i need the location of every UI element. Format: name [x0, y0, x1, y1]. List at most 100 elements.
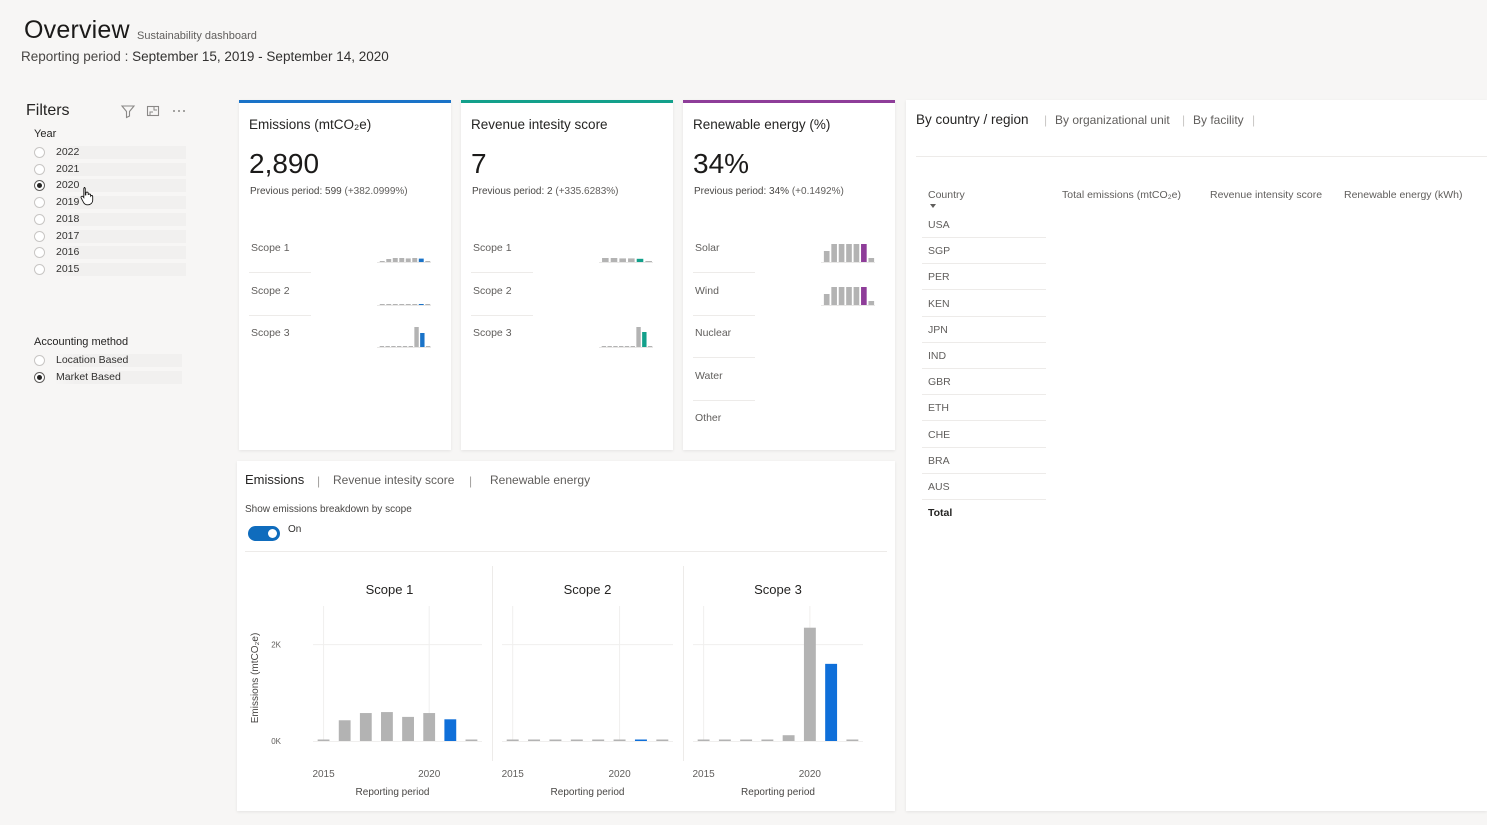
column-header-country[interactable]: Country [928, 189, 965, 201]
column-header-total-emissions[interactable]: Total emissions (mtCO₂e) [1062, 189, 1181, 201]
tab-renewable-energy[interactable]: Renewable energy [490, 473, 590, 487]
renewable-energy-kpi-card[interactable]: Renewable energy (%) 34% Previous period… [683, 100, 895, 450]
kpi-row-label: Scope 2 [251, 284, 290, 297]
tab-separator: | [1182, 113, 1186, 127]
filter-icon[interactable] [120, 103, 138, 121]
tab-emissions[interactable]: Emissions [245, 472, 304, 487]
radio-button[interactable] [34, 213, 45, 225]
sparkline-bar [861, 244, 867, 262]
kpi-previous-period: Previous period: 34% (+0.1492%) [694, 186, 844, 197]
year-option-2016[interactable]: 2016 [34, 245, 186, 260]
year-option-2022[interactable]: 2022 [34, 145, 186, 160]
bar-2020 [613, 739, 626, 741]
sparkline-bar [628, 258, 635, 262]
radio-button[interactable] [34, 247, 45, 259]
radio-button[interactable] [34, 163, 45, 175]
sparkline-bar [630, 346, 635, 348]
radio-button[interactable] [34, 372, 45, 383]
table-row[interactable]: USA [922, 212, 1046, 238]
tab-by-country-region[interactable]: By country / region [916, 112, 1029, 127]
sparkline-bar [601, 346, 607, 348]
x-tick-label: 2020 [418, 769, 441, 780]
total-label: Total [928, 507, 953, 520]
country-cell: ETH [928, 402, 949, 415]
year-option-label: 2018 [54, 212, 186, 226]
revenue-intensity-kpi-card[interactable]: Revenue intesity score 7 Previous period… [461, 100, 673, 450]
scope-breakdown-toggle[interactable] [248, 526, 280, 541]
scope-breakdown-toggle-label: Show emissions breakdown by scope [245, 504, 412, 515]
sparkline-bar [838, 244, 845, 262]
sparkline-bar [397, 346, 402, 348]
radio-button[interactable] [34, 263, 45, 275]
accounting-method-label: Accounting method [34, 336, 129, 348]
table-row[interactable]: BRA [922, 448, 1046, 474]
accounting-option-location-based[interactable]: Location Based [34, 353, 182, 368]
radio-button[interactable] [34, 147, 45, 158]
tab-revenue-intensity[interactable]: Revenue intesity score [333, 473, 454, 487]
sparkline-chart [377, 258, 431, 263]
tab-by-organizational-unit[interactable]: By organizational unit [1055, 113, 1170, 127]
sparkline-bar [846, 286, 852, 305]
year-option-2018[interactable]: 2018 [34, 212, 186, 227]
tab-by-facility[interactable]: By facility [1193, 113, 1244, 127]
bar-2022 [656, 739, 669, 741]
kpi-row-label: Scope 1 [473, 242, 512, 254]
sparkline-chart [821, 286, 875, 306]
kpi-row-label: Wind [695, 284, 719, 297]
kpi-previous-period: Previous period: 2 (+335.6283%) [472, 186, 619, 197]
chart-title: Scope 1 [366, 582, 414, 597]
bar-2020 [423, 713, 436, 741]
accounting-option-label: Location Based [54, 354, 182, 367]
focus-mode-icon[interactable] [145, 103, 163, 121]
tab-separator: | [1044, 113, 1048, 127]
sparkline-bar [399, 258, 405, 262]
table-row[interactable]: CHE [922, 422, 1046, 448]
chart-title: Scope 3 [754, 582, 802, 597]
year-option-2015[interactable]: 2015 [34, 262, 186, 277]
bar-2019 [402, 716, 414, 741]
table-row[interactable]: SGP [922, 238, 1046, 265]
table-row[interactable]: JPN [922, 317, 1046, 343]
table-row[interactable]: PER [922, 264, 1046, 291]
country-cell: AUS [928, 481, 950, 493]
table-row[interactable]: ETH [922, 395, 1046, 422]
year-option-label: 2019 [54, 196, 186, 210]
kpi-row-label: Solar [695, 242, 720, 254]
country-cell: SGP [928, 245, 951, 258]
year-option-2021[interactable]: 2021 [34, 162, 186, 177]
table-row[interactable]: GBR [922, 369, 1046, 396]
accounting-option-label: Market Based [54, 371, 182, 384]
radio-button[interactable] [34, 180, 45, 192]
kpi-value: 2,890 [249, 148, 320, 179]
country-cell: USA [928, 219, 950, 231]
radio-button[interactable] [34, 230, 45, 242]
sparkline-bar [392, 258, 398, 262]
chart-title: Scope 2 [564, 582, 612, 597]
table-row[interactable]: KEN [922, 291, 1046, 317]
kpi-row-water: Water [693, 358, 883, 401]
table-row[interactable]: IND [922, 343, 1046, 369]
toggle-state-label: On [288, 524, 302, 535]
radio-button[interactable] [34, 355, 45, 366]
column-header-revenue-intensity[interactable]: Revenue intensity score [1210, 189, 1322, 201]
emissions-kpi-card[interactable]: Emissions (mtCO₂e) 2,890 Previous period… [239, 100, 451, 450]
accounting-option-market-based[interactable]: Market Based [34, 370, 182, 385]
year-option-label: 2020 [54, 179, 186, 193]
sort-descending-icon[interactable] [930, 204, 936, 208]
bar-2019 [782, 735, 795, 741]
radio-button[interactable] [34, 197, 45, 209]
year-option-2017[interactable]: 2017 [34, 229, 186, 244]
column-header-renewable-energy[interactable]: Renewable energy (kWh) [1344, 189, 1462, 201]
sparkline-bar [412, 303, 418, 305]
year-option-2020[interactable]: 2020 [34, 178, 186, 193]
x-tick-label: 2020 [799, 769, 822, 780]
kpi-row-label: Water [695, 369, 723, 382]
page-subtitle: Sustainability dashboard [137, 30, 257, 42]
sparkline-bar [831, 244, 837, 262]
y-tick-label: 2K [271, 641, 281, 650]
year-option-2019[interactable]: 2019 [34, 195, 186, 210]
more-options-icon[interactable] [171, 103, 189, 121]
bar-2016 [718, 739, 731, 741]
sparkline-bar [823, 293, 830, 305]
table-row[interactable]: AUS [922, 474, 1046, 500]
